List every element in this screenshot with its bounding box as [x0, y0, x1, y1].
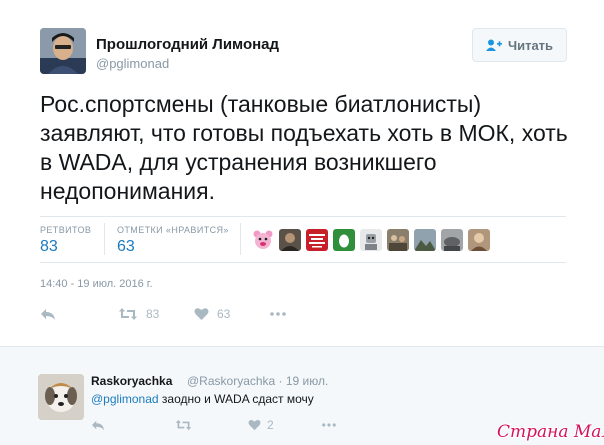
reply-button[interactable]	[40, 306, 56, 322]
reply-author-avatar[interactable]	[38, 374, 84, 420]
divider	[40, 262, 566, 263]
likes-label: ОТМЕТКИ «НРАВИТСЯ»	[117, 225, 229, 235]
reply-author-name[interactable]: Raskoryachka	[91, 374, 172, 388]
like-count: 63	[217, 307, 231, 321]
heart-icon	[194, 307, 209, 321]
retweets-count[interactable]: 83	[40, 238, 58, 256]
stats-separator	[240, 223, 241, 255]
author-handle[interactable]: @pglimonad	[96, 56, 169, 71]
tweet-text: Рос.спортсмены (танковые биатлонисты) за…	[40, 91, 568, 204]
reply-like-button[interactable]: 2	[248, 418, 274, 432]
author-avatar[interactable]	[40, 28, 86, 74]
site-watermark: Страна Мам	[497, 422, 604, 442]
brown-photo-avatar-icon[interactable]	[468, 229, 490, 251]
user-photo-avatar-icon[interactable]	[279, 229, 301, 251]
grey-photo-avatar-icon[interactable]	[441, 229, 463, 251]
stats-separator	[104, 223, 105, 255]
group-photo-avatar-icon[interactable]	[387, 229, 409, 251]
robot-avatar-icon[interactable]	[360, 229, 382, 251]
likes-count[interactable]: 63	[117, 238, 135, 256]
reply-author-meta[interactable]: @Raskoryachka · 19 июл.	[187, 374, 328, 388]
reply-like-count: 2	[267, 418, 274, 432]
add-user-icon	[485, 39, 502, 51]
green-egg-avatar-icon[interactable]	[333, 229, 355, 251]
pink-bear-avatar-icon[interactable]	[252, 229, 274, 251]
retweets-label: РЕТВИТОВ	[40, 225, 92, 235]
like-button[interactable]: 63	[194, 306, 230, 322]
reply-retweet-button[interactable]	[175, 418, 192, 432]
reply-mention-link[interactable]: @pglimonad	[91, 392, 159, 406]
retweet-icon	[175, 419, 192, 431]
reply-icon	[40, 307, 56, 321]
tweet-timestamp[interactable]: 14:40 - 19 июл. 2016 г.	[40, 278, 153, 290]
more-button[interactable]	[270, 306, 286, 322]
red-text-avatar-icon[interactable]	[306, 229, 328, 251]
more-dots-icon	[322, 423, 336, 427]
follow-button-label: Читать	[507, 37, 554, 53]
retweet-icon	[118, 307, 138, 321]
follow-button[interactable]: Читать	[472, 28, 567, 62]
landscape-avatar-icon[interactable]	[414, 229, 436, 251]
author-name[interactable]: Прошлогодний Лимонад	[96, 36, 279, 53]
more-dots-icon	[270, 312, 286, 316]
retweet-count: 83	[146, 307, 160, 321]
reply-reply-button[interactable]	[91, 418, 105, 432]
reply-text: @pglimonad заодно и WADA сдаст мочу	[91, 392, 314, 406]
heart-icon	[248, 419, 261, 431]
reply-icon	[91, 419, 105, 431]
reply-more-button[interactable]	[322, 418, 336, 432]
divider	[40, 216, 566, 217]
retweet-button[interactable]: 83	[118, 306, 159, 322]
reply-body: заодно и WADA сдаст мочу	[158, 392, 314, 406]
main-tweet: Прошлогодний Лимонад @pglimonad Читать Р…	[0, 0, 604, 346]
